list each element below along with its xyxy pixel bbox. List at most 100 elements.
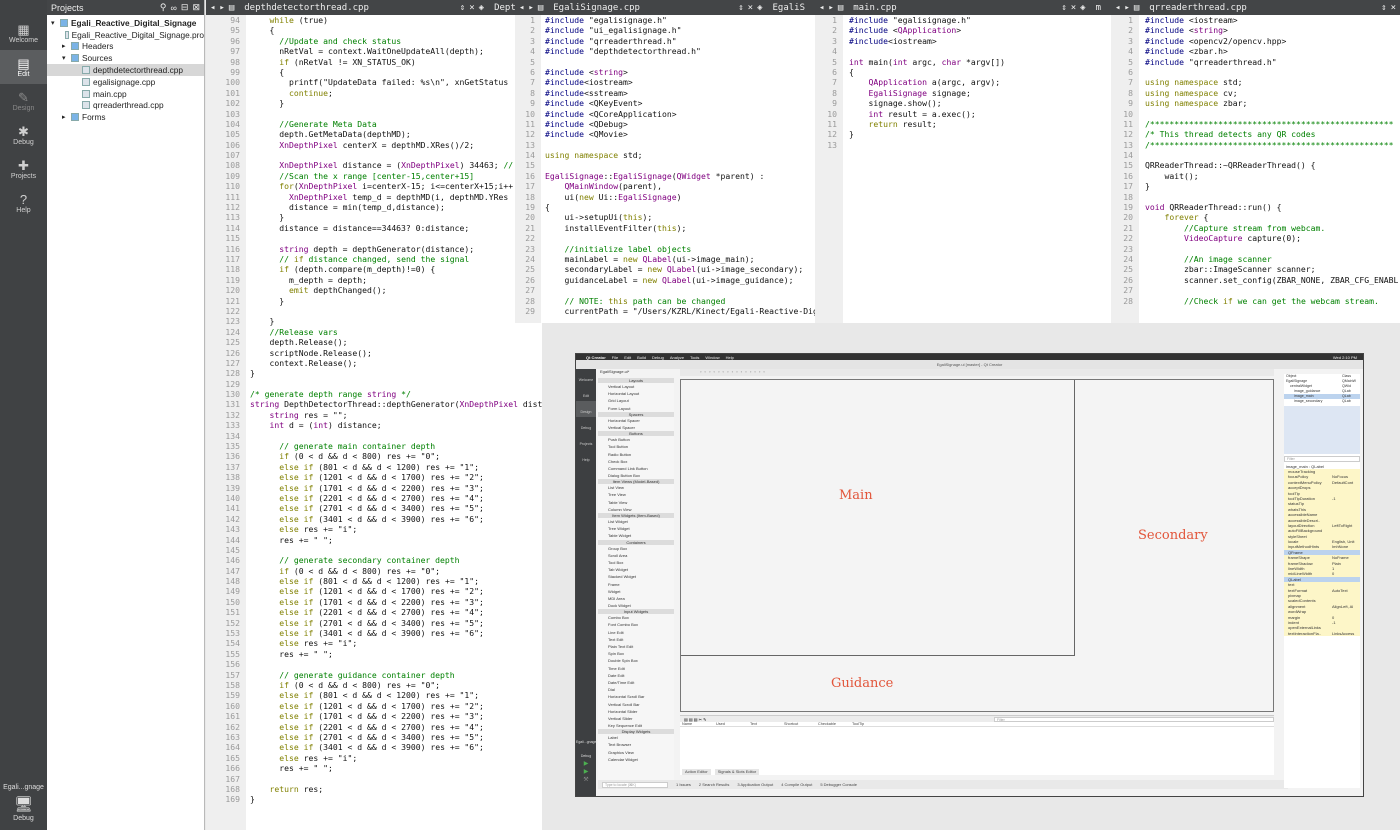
code-line[interactable]: // if distance changed, send the signal xyxy=(250,254,542,264)
action-column-header[interactable]: Text xyxy=(750,722,784,726)
code-line[interactable]: { xyxy=(250,25,542,35)
code-line[interactable]: using namespace std; xyxy=(545,150,815,160)
code-line[interactable]: if (depth.compare(m_depth)!=0) { xyxy=(250,264,542,274)
mode-debug[interactable]: ✱ Debug xyxy=(0,118,47,152)
code-line[interactable]: for(XnDepthPixel i=centerX-15; i<=center… xyxy=(250,181,542,191)
code-line[interactable]: QRReaderThread::~QRReaderThread() { xyxy=(1145,160,1398,170)
code-line[interactable]: else if (801 < d && d < 1200) res += "1"… xyxy=(250,576,542,586)
code-area[interactable]: #include "egalisignage.h" #include <QAppl… xyxy=(849,15,1005,323)
code-line[interactable]: currentPath = "/Users/KZRL/Kinect/Egali-… xyxy=(545,306,815,316)
code-line[interactable]: } xyxy=(250,296,542,306)
tree-item[interactable]: ▸ Headers xyxy=(47,41,204,53)
code-line[interactable] xyxy=(250,431,542,441)
code-line[interactable]: wait(); xyxy=(1145,171,1398,181)
code-line[interactable]: int result = a.exec(); xyxy=(849,109,1005,119)
code-line[interactable]: #include <QCoreApplication> xyxy=(545,109,815,119)
menu-item[interactable]: Qt Creator xyxy=(586,355,606,360)
tree-item[interactable]: qrreaderthread.cpp xyxy=(47,100,204,112)
code-line[interactable]: void QRReaderThread::run() { xyxy=(1145,202,1398,212)
code-line[interactable]: /* generate depth range string */ xyxy=(250,389,542,399)
chevron-down-icon[interactable]: ▾ xyxy=(62,54,71,62)
widget-item[interactable]: Radio Button xyxy=(598,451,674,458)
code-line[interactable]: #include "ui_egalisignage.h" xyxy=(545,25,815,35)
code-line[interactable] xyxy=(545,140,815,150)
widget-item[interactable]: Horizontal Spacer xyxy=(598,417,674,424)
filter-icon[interactable]: ⚲ xyxy=(160,2,167,13)
widget-item[interactable]: Plain Text Edit xyxy=(598,643,674,650)
code-line[interactable] xyxy=(849,46,1005,56)
tab-main[interactable]: main.cpp xyxy=(847,3,1057,13)
code-line[interactable]: } xyxy=(1145,181,1398,191)
widget-item[interactable]: Vertical Spacer xyxy=(598,424,674,431)
code-line[interactable]: /***************************************… xyxy=(1145,119,1398,129)
tab-egalisignage[interactable]: EgaliSignage.cpp xyxy=(547,3,734,13)
designer-mode-welcome[interactable]: Welcome xyxy=(576,369,596,385)
back-icon[interactable]: ◂ xyxy=(210,3,215,13)
code-line[interactable]: //An image scanner xyxy=(1145,254,1398,264)
editor-main[interactable]: ◂ ▸ ▤ main.cpp ⇕ × ◈ m 1 2 3 4 5 6 7 8 9 10 11 12 13… xyxy=(815,0,1111,323)
close-tab-icon[interactable]: × xyxy=(1391,3,1396,13)
chevron-right-icon[interactable]: ▸ xyxy=(62,42,71,50)
action-column-header[interactable]: Name xyxy=(682,722,716,726)
code-line[interactable]: EgaliSignage signage; xyxy=(849,88,1005,98)
debug-run-icon[interactable]: ▶ xyxy=(576,768,596,776)
chevron-right-icon[interactable]: ▸ xyxy=(62,113,71,121)
widget-item[interactable]: Grid Layout xyxy=(598,397,674,404)
forward-icon[interactable]: ▸ xyxy=(1124,3,1129,13)
designer-mode-projects[interactable]: Projects xyxy=(576,433,596,449)
widget-item[interactable]: Date/Time Edit xyxy=(598,679,674,686)
widget-item[interactable]: Label xyxy=(598,734,674,741)
tree-item[interactable]: egalisignage.cpp xyxy=(47,76,204,88)
widget-item[interactable]: Vertical Slider xyxy=(598,715,674,722)
tab-symbol[interactable]: EgaliS xyxy=(766,3,811,13)
code-line[interactable]: while (true) xyxy=(250,15,542,25)
action-column-header[interactable]: Used xyxy=(716,722,750,726)
code-line[interactable]: res += " "; xyxy=(250,763,542,773)
code-line[interactable]: //Scan the x range [center-15,center+15] xyxy=(250,171,542,181)
widget-item[interactable]: Combo Box xyxy=(598,614,674,621)
output-tab[interactable]: 2 Search Results xyxy=(699,782,729,787)
code-line[interactable]: else if (1201 < d && d < 1700) res += "2… xyxy=(250,586,542,596)
code-line[interactable] xyxy=(1145,67,1398,77)
forward-icon[interactable]: ▸ xyxy=(219,3,224,13)
widget-item[interactable]: Tree View xyxy=(598,491,674,498)
code-line[interactable]: int d = (int) distance; xyxy=(250,420,542,430)
code-line[interactable]: XnDepthPixel distance = (XnDepthPixel) 3… xyxy=(250,160,542,170)
code-line[interactable] xyxy=(250,659,542,669)
mode-welcome[interactable]: ▦ Welcome xyxy=(0,16,47,50)
tree-item[interactable]: Egali_Reactive_Digital_Signage.pro xyxy=(47,29,204,41)
output-tab[interactable]: 1 Issues xyxy=(676,782,691,787)
editor-depthdetectorthread[interactable]: ◂ ▸ ▤ depthdetectorthread.cpp ⇕ × ◈ Dept… xyxy=(206,0,542,830)
widget-item[interactable]: List Widget xyxy=(598,518,674,525)
code-line[interactable]: #include "depthdetectorthread.h" xyxy=(545,46,815,56)
forward-icon[interactable]: ▸ xyxy=(828,3,833,13)
code-line[interactable] xyxy=(1145,285,1398,295)
designer-mode-debug[interactable]: Debug xyxy=(576,417,596,433)
code-line[interactable]: using namespace cv; xyxy=(1145,88,1398,98)
code-line[interactable]: guidanceLabel = new QLabel(ui->image_gui… xyxy=(545,275,815,285)
code-line[interactable]: #include <string> xyxy=(545,67,815,77)
widget-item[interactable]: Text Edit xyxy=(598,636,674,643)
code-line[interactable]: secondaryLabel = new QLabel(ui->image_se… xyxy=(545,264,815,274)
code-area[interactable]: while (true) { //Update and check status… xyxy=(250,15,542,830)
code-line[interactable]: installEventFilter(this); xyxy=(545,223,815,233)
designer-mode-design[interactable]: Design xyxy=(576,401,596,417)
back-icon[interactable]: ◂ xyxy=(519,3,524,13)
widget-item[interactable]: Spin Box xyxy=(598,650,674,657)
code-line[interactable]: ui->setupUi(this); xyxy=(545,212,815,222)
mode-design[interactable]: ✎ Design xyxy=(0,84,47,118)
widget-item[interactable]: Tool Button xyxy=(598,443,674,450)
code-line[interactable] xyxy=(250,233,542,243)
code-line[interactable]: } xyxy=(250,98,542,108)
code-line[interactable]: } xyxy=(250,212,542,222)
widget-item[interactable]: Push Button xyxy=(598,436,674,443)
code-line[interactable]: int main(int argc, char *argv[]) xyxy=(849,57,1005,67)
widget-item[interactable]: Tab Widget xyxy=(598,566,674,573)
designer-file-tab[interactable]: EgaliSignage.ui* xyxy=(598,369,674,374)
code-line[interactable]: XnDepthPixel centerX = depthMD.XRes()/2; xyxy=(250,140,542,150)
code-line[interactable]: else if (1701 < d && d < 2200) res += "3… xyxy=(250,597,542,607)
code-line[interactable]: { xyxy=(545,202,815,212)
designer-mode-edit[interactable]: Edit xyxy=(576,385,596,401)
widget-item[interactable]: Table View xyxy=(598,499,674,506)
code-line[interactable]: else if (3401 < d && d < 3900) res += "6… xyxy=(250,514,542,524)
